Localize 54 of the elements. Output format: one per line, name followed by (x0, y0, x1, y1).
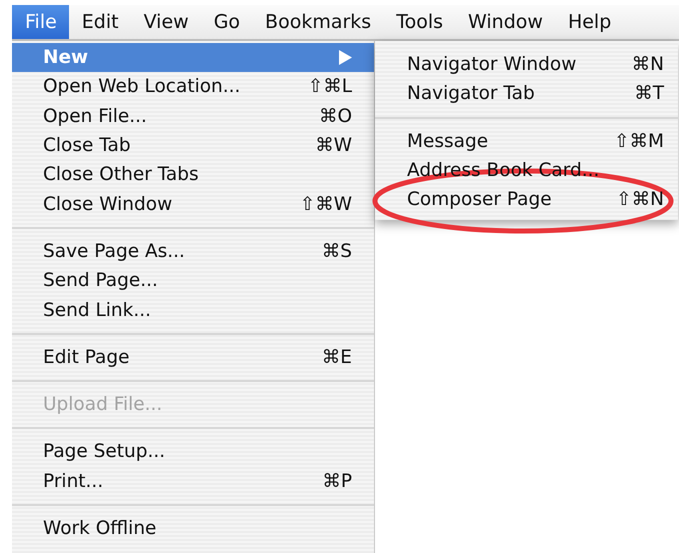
shortcut-label: ⌘E (322, 346, 352, 368)
menu-item[interactable]: Open File... ⌘O (12, 102, 374, 131)
menu-item-label: New (43, 47, 90, 68)
menu-item[interactable]: Close Other Tabs (12, 160, 374, 190)
menu-bar-item[interactable]: File (12, 5, 69, 39)
shortcut-label: ⌘N (632, 54, 664, 76)
menu-item-label: Work Offline (43, 518, 158, 539)
menu-item[interactable]: Close Window ⇧⌘W (12, 189, 374, 219)
menu-item-label: Close Other Tabs (43, 164, 200, 186)
menu-item[interactable]: Composer Page ⇧⌘N (375, 185, 678, 214)
menu-item-label: Close Window (43, 194, 174, 215)
menu-item-label: Edit Page (43, 346, 130, 368)
menu-item[interactable]: Print... ⌘P (12, 466, 374, 496)
menu-item[interactable]: Send Page... (12, 266, 374, 296)
shortcut-label: ⇧⌘N (616, 189, 664, 210)
menu-item[interactable]: Close Tab ⌘W (12, 130, 374, 160)
shortcut-label: ⌘W (315, 135, 352, 156)
menu-item-label: Send Page... (43, 270, 159, 292)
menu-item-label: Close Tab (43, 135, 132, 156)
menu-item-label: Print... (43, 470, 104, 492)
shortcut-label: ⇧⌘W (300, 194, 352, 215)
menu-item[interactable]: Send Link... (12, 295, 374, 325)
menu-item-label: Composer Page (407, 189, 553, 210)
menu-item-label: Page Setup... (43, 441, 166, 462)
menu-item-label: Navigator Window (407, 54, 578, 76)
menu-bar-item[interactable]: Help (554, 5, 624, 39)
menu-item[interactable]: Message ⇧⌘M (375, 126, 678, 156)
shortcut-label: ⌘S (322, 240, 352, 262)
menu-item[interactable]: Edit Page ⌘E (12, 342, 374, 372)
menu-item[interactable]: Page Setup... (12, 437, 374, 467)
menu-item[interactable]: Save Page As... ⌘S (12, 236, 374, 266)
shortcut-label: ⌘T (634, 83, 664, 104)
shortcut-label: ⇧⌘M (614, 130, 664, 152)
menu-item-label: Save Page As... (43, 240, 186, 262)
menu-bar-item[interactable]: Bookmarks (252, 5, 384, 39)
menu-bar-item[interactable]: Tools (383, 5, 456, 39)
menu-bar-item[interactable]: View (130, 5, 201, 39)
menu-item[interactable]: Work Offline (12, 514, 374, 544)
menu-item-label: Upload File... (43, 394, 164, 416)
menu-item[interactable]: New (12, 43, 374, 72)
menu-item[interactable]: Navigator Window ⌘N (375, 50, 678, 80)
menu-bar-item[interactable]: Window (455, 5, 555, 39)
menu-item[interactable]: Open Web Location... ⇧⌘L (12, 72, 374, 102)
shortcut-label: ⌘O (318, 106, 352, 127)
menu-item-label: Navigator Tab (407, 83, 536, 104)
shortcut-label: ⌘P (322, 470, 352, 492)
menu-item-label: Open Web Location... (43, 76, 242, 98)
menu-item-label: Open File... (43, 106, 148, 127)
menu-item-label: Message (407, 130, 490, 152)
menu-bar-item[interactable]: Edit (68, 5, 131, 39)
menu-item[interactable]: Navigator Tab ⌘T (375, 79, 678, 109)
menu-bar-item[interactable]: Go (200, 5, 252, 39)
shortcut-label: ⇧⌘L (308, 76, 352, 98)
menu-item-label: Send Link... (43, 300, 152, 321)
